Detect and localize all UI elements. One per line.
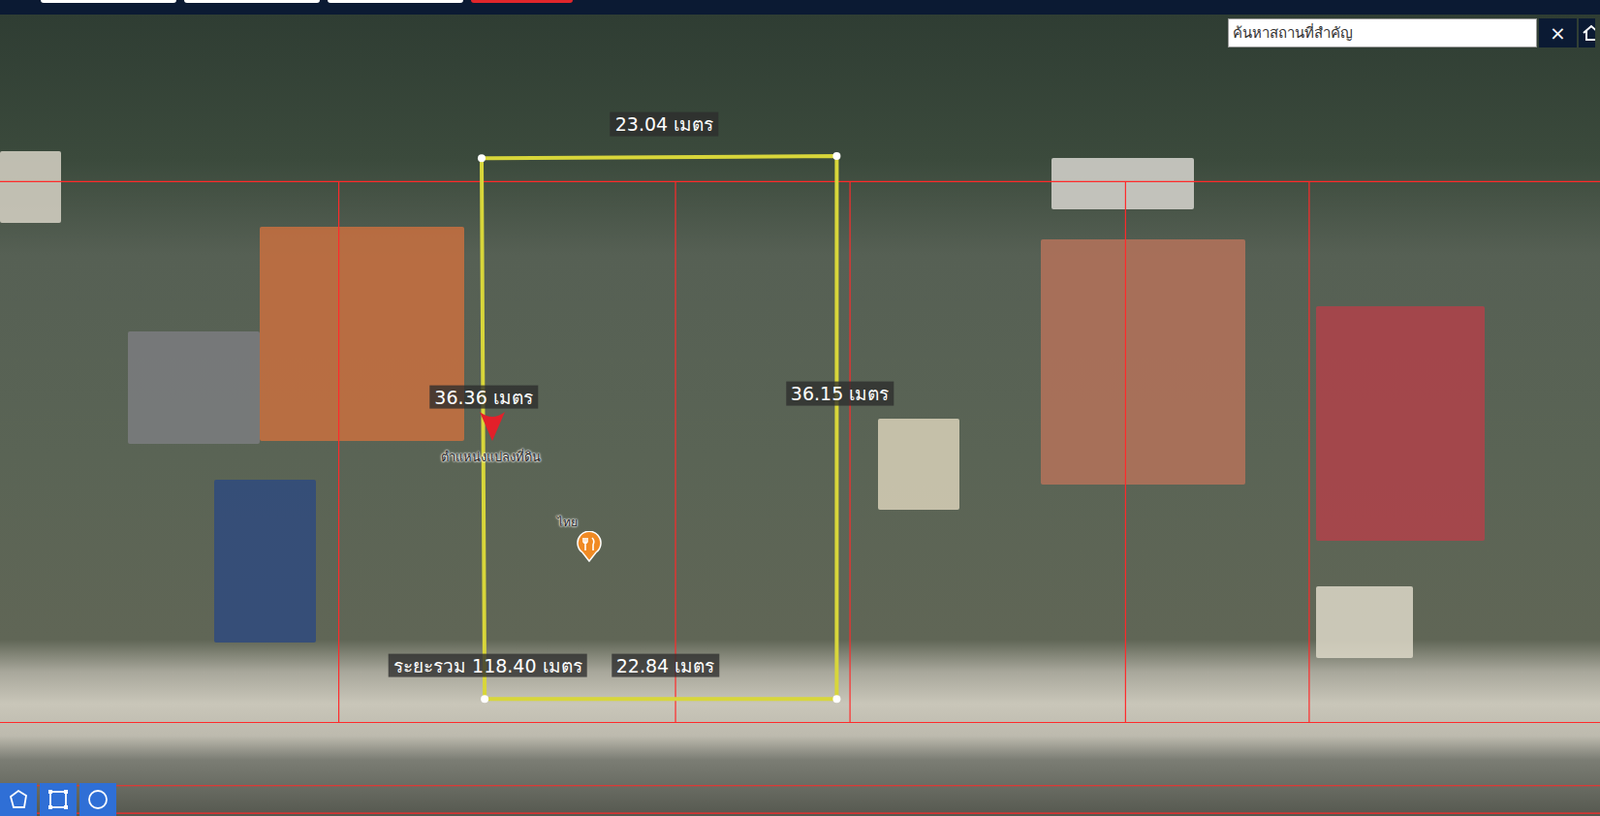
- distance-label: 23.04 เมตร: [610, 112, 719, 137]
- roof: [1316, 586, 1413, 659]
- parcel-pin-icon[interactable]: [477, 407, 507, 443]
- draw-tool-button[interactable]: [0, 783, 37, 816]
- distance-label: 36.36 เมตร: [429, 384, 537, 409]
- roof: [878, 418, 960, 511]
- clear-button[interactable]: ×: [1538, 18, 1577, 48]
- toolbar-button[interactable]: [40, 0, 177, 3]
- parcel-overlay: [0, 14, 1600, 816]
- restaurant-icon[interactable]: [575, 531, 603, 563]
- search-bar: ×: [1227, 18, 1596, 48]
- roof: [1040, 239, 1246, 485]
- polygon-icon: [5, 786, 32, 813]
- circle-icon: [85, 786, 111, 813]
- roof: [214, 479, 316, 643]
- roof: [0, 151, 62, 223]
- distance-label: 36.15 เมตร: [785, 381, 894, 407]
- rectangle-icon: [45, 786, 71, 813]
- draw-tool-button[interactable]: [79, 783, 117, 816]
- total-distance-label: ระยะรวม 118.40 เมตร: [388, 653, 588, 678]
- map[interactable]: 23.04 เมตร 36.36 เมตร 36.15 เมตร 22.84 เมตร…: [0, 14, 1600, 816]
- draw-tool-button[interactable]: [39, 783, 77, 816]
- toolbar-button[interactable]: [327, 0, 464, 3]
- distance-label: 22.84 เมตร: [611, 653, 720, 678]
- pin-label: ตำแหน่งแปลงที่ดิน: [440, 445, 541, 467]
- measure-polygon[interactable]: [481, 156, 837, 699]
- pin-label: ไทย: [557, 512, 578, 532]
- roof: [1051, 157, 1194, 210]
- draw-tools: [0, 783, 117, 816]
- home-icon: [1581, 23, 1596, 43]
- roof: [127, 331, 261, 444]
- toolbar-button[interactable]: [470, 0, 573, 3]
- toolbar-button[interactable]: [184, 0, 320, 3]
- home-button[interactable]: [1578, 18, 1596, 48]
- roof: [1316, 306, 1485, 541]
- search-input[interactable]: [1227, 18, 1538, 48]
- top-bar: [0, 0, 1600, 15]
